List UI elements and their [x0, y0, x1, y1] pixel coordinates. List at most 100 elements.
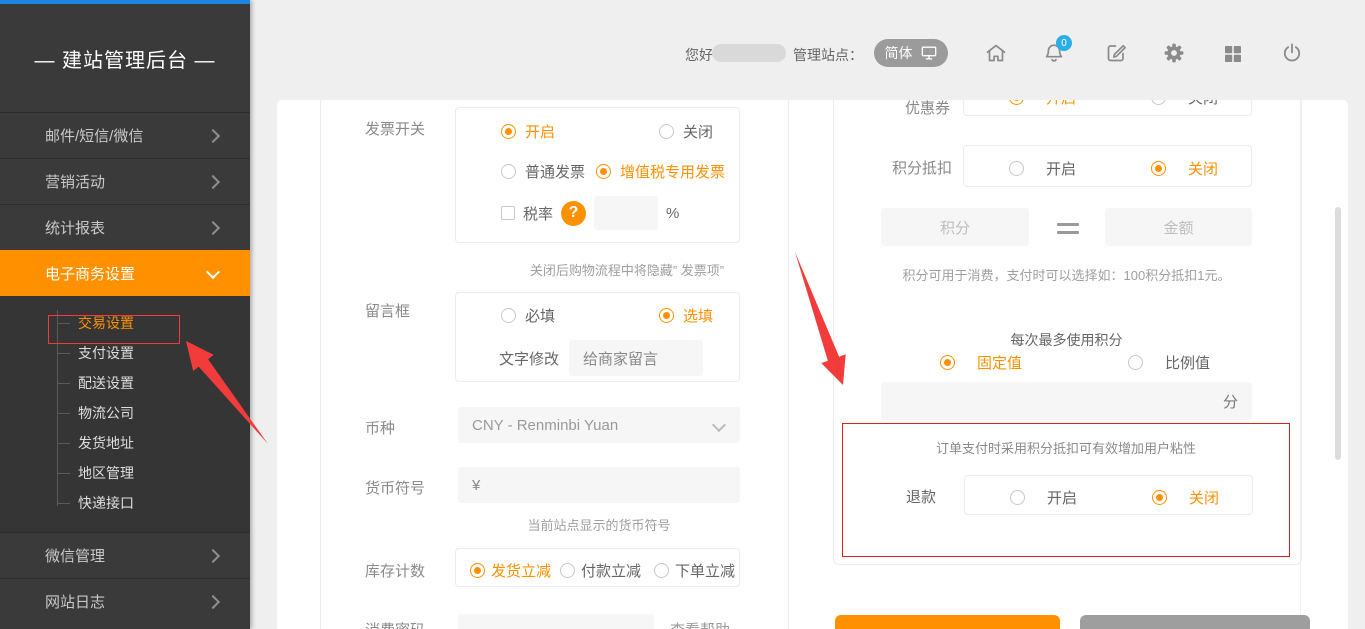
- subitem-label: 快递接口: [78, 495, 134, 511]
- radio-selected-icon[interactable]: [501, 124, 516, 139]
- sidebar-item-marketing[interactable]: 营销活动: [0, 158, 250, 204]
- amount-input[interactable]: 金额: [1105, 208, 1252, 246]
- radio-icon[interactable]: [560, 563, 575, 578]
- msg-required-radio[interactable]: 必填: [501, 305, 555, 326]
- edit-icon[interactable]: [1104, 41, 1128, 65]
- gear-icon[interactable]: [1162, 41, 1186, 65]
- message-box-group: 必填 选填 文字修改 给商家留言: [455, 292, 740, 382]
- radio-label: 普通发票: [525, 161, 585, 182]
- save-button[interactable]: [835, 615, 1060, 629]
- radio-icon[interactable]: [501, 164, 516, 179]
- sidebar-item-wechat-management[interactable]: 微信管理: [0, 532, 250, 578]
- currency-symbol-input[interactable]: ¥: [458, 467, 740, 503]
- sidebar-subitem-region-management[interactable]: 地区管理: [78, 458, 250, 488]
- admin-screen: — 建站管理后台 — 邮件/短信/微信 营销活动 统计报表 电子商务设置 交易设…: [0, 0, 1365, 629]
- radio-label: 发货立减: [491, 560, 551, 581]
- msg-text-input[interactable]: 给商家留言: [569, 340, 703, 376]
- consume-password-label: 消费密码: [365, 619, 425, 629]
- coupon-off-radio[interactable]: 关闭: [1151, 100, 1218, 108]
- currency-symbol-note: 当前站点显示的货币符号: [458, 515, 740, 534]
- stock-count-label: 库存计数: [365, 560, 425, 581]
- radio-icon[interactable]: [1128, 355, 1143, 370]
- view-help-link[interactable]: 查看帮助: [670, 619, 730, 629]
- sidebar-item-site-log[interactable]: 网站日志: [0, 578, 250, 624]
- points-input[interactable]: 积分: [881, 208, 1029, 246]
- radio-icon[interactable]: [501, 308, 516, 323]
- radio-selected-icon[interactable]: [1151, 161, 1166, 176]
- invoice-off-radio[interactable]: 关闭: [659, 121, 713, 142]
- radio-label: 关闭: [1188, 100, 1218, 108]
- subitem-label: 配送设置: [78, 375, 134, 391]
- chevron-right-icon: [206, 220, 220, 234]
- sidebar-item-mail-sms-wechat[interactable]: 邮件/短信/微信: [0, 112, 250, 158]
- fixed-value-radio[interactable]: 固定值: [940, 352, 1022, 373]
- tax-rate-label: 税率: [523, 203, 553, 224]
- radio-selected-icon[interactable]: [1009, 100, 1024, 105]
- sidebar-item-label: 电子商务设置: [45, 263, 135, 284]
- stock-count-group: 发货立减 付款立减 下单立减: [455, 548, 740, 587]
- site-selector-pill[interactable]: 简体: [874, 39, 948, 67]
- sidebar-item-ecommerce-settings[interactable]: 电子商务设置: [0, 250, 250, 296]
- sidebar-item-label: 网站日志: [45, 591, 105, 612]
- radio-selected-icon[interactable]: [470, 563, 485, 578]
- radio-icon[interactable]: [659, 124, 674, 139]
- power-icon[interactable]: [1280, 41, 1304, 65]
- radio-icon[interactable]: [1010, 490, 1025, 505]
- max-points-input[interactable]: 分: [881, 382, 1252, 420]
- ratio-value-radio[interactable]: 比例值: [1128, 352, 1210, 373]
- stock-order-radio[interactable]: 下单立减: [654, 560, 735, 581]
- coupon-on-radio[interactable]: 开启: [1009, 100, 1076, 108]
- radio-icon[interactable]: [1151, 100, 1166, 105]
- max-points-label: 每次最多使用积分: [853, 330, 1280, 350]
- radio-selected-icon[interactable]: [940, 355, 955, 370]
- scrollbar-thumb[interactable]: [1335, 207, 1341, 460]
- secondary-button[interactable]: [1080, 615, 1310, 629]
- deduct-off-radio[interactable]: 关闭: [1151, 158, 1218, 179]
- chevron-right-icon: [206, 594, 220, 608]
- sidebar-title: — 建站管理后台 —: [0, 4, 250, 112]
- radio-label: 下单立减: [675, 560, 735, 581]
- radio-label: 开启: [1047, 487, 1077, 508]
- help-question-icon[interactable]: ?: [561, 201, 586, 226]
- percent-label: %: [666, 205, 679, 222]
- radio-label: 选填: [683, 305, 713, 326]
- refund-off-radio[interactable]: 关闭: [1152, 487, 1219, 508]
- tax-rate-checkbox[interactable]: [501, 206, 515, 220]
- invoice-vat-radio[interactable]: 增值税专用发票: [596, 161, 725, 182]
- radio-selected-icon[interactable]: [596, 164, 611, 179]
- tax-rate-row: 税率 ? %: [501, 196, 679, 230]
- points-note: 积分可用于消费，支付时可以选择如：100积分抵扣1元。: [853, 265, 1280, 284]
- sidebar-item-label: 统计报表: [45, 217, 105, 238]
- home-icon[interactable]: [984, 41, 1008, 65]
- currency-select[interactable]: CNY - Renminbi Yuan: [458, 407, 740, 443]
- sidebar-subitem-shipping-address[interactable]: 发货地址: [78, 428, 250, 458]
- deduct-on-radio[interactable]: 开启: [1009, 158, 1076, 179]
- apps-grid-icon[interactable]: [1221, 42, 1245, 66]
- sidebar-subitem-delivery-settings[interactable]: 配送设置: [78, 368, 250, 398]
- sidebar-subitem-logistics-company[interactable]: 物流公司: [78, 398, 250, 428]
- tax-rate-input[interactable]: [594, 196, 658, 230]
- radio-selected-icon[interactable]: [659, 308, 674, 323]
- radio-label: 固定值: [977, 352, 1022, 373]
- refund-on-radio[interactable]: 开启: [1010, 487, 1077, 508]
- radio-icon[interactable]: [654, 563, 669, 578]
- chevron-right-icon: [206, 548, 220, 562]
- radio-label: 增值税专用发票: [620, 161, 725, 182]
- stock-pay-radio[interactable]: 付款立减: [560, 560, 641, 581]
- msg-optional-radio[interactable]: 选填: [659, 305, 713, 326]
- consume-password-input[interactable]: [458, 614, 654, 629]
- msg-text-row: 文字修改 给商家留言: [499, 340, 703, 376]
- subitem-label: 支付设置: [78, 345, 134, 361]
- radio-label: 开启: [1046, 100, 1076, 108]
- invoice-on-radio[interactable]: 开启: [501, 121, 555, 142]
- subitem-label: 发货地址: [78, 435, 134, 451]
- invoice-normal-radio[interactable]: 普通发票: [501, 161, 585, 182]
- radio-selected-icon[interactable]: [1152, 490, 1167, 505]
- sidebar-item-statistics[interactable]: 统计报表: [0, 204, 250, 250]
- stock-ship-radio[interactable]: 发货立减: [470, 560, 551, 581]
- sidebar-subitem-express-interface[interactable]: 快递接口: [78, 488, 250, 518]
- chevron-right-icon: [206, 174, 220, 188]
- invoice-note: 关闭后购物流程中将隐藏” 发票项”: [412, 260, 842, 279]
- radio-icon[interactable]: [1009, 161, 1024, 176]
- radio-label: 付款立减: [581, 560, 641, 581]
